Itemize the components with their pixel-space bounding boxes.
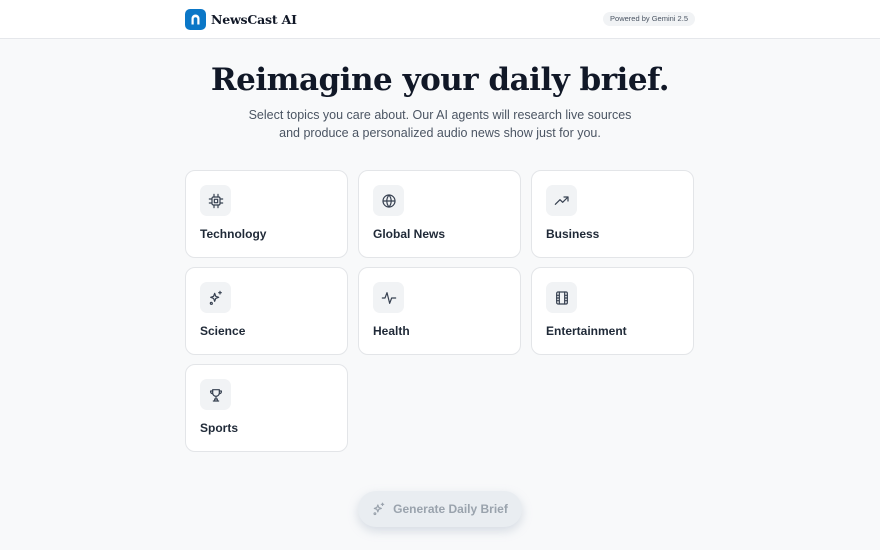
topic-label: Technology	[200, 227, 267, 241]
trophy-icon	[200, 379, 231, 410]
film-icon	[546, 282, 577, 313]
topic-label: Entertainment	[546, 324, 627, 338]
sparkles-icon	[200, 282, 231, 313]
page-subtitle: Select topics you care about. Our AI age…	[248, 108, 632, 140]
topic-grid: Technology Global News Business Science …	[185, 170, 695, 452]
generate-brief-button[interactable]: Generate Daily Brief	[358, 491, 522, 527]
powered-by-badge: Powered by Gemini 2.5	[603, 12, 695, 26]
topic-label: Business	[546, 227, 600, 241]
top-bar: NewsCast AI Powered by Gemini 2.5	[0, 0, 880, 39]
topic-card-business[interactable]: Business	[531, 170, 694, 258]
topic-card-global-news[interactable]: Global News	[358, 170, 521, 258]
topic-card-sports[interactable]: Sports	[185, 364, 348, 452]
topic-card-technology[interactable]: Technology	[185, 170, 348, 258]
cpu-chip-icon	[200, 185, 231, 216]
trending-up-icon	[546, 185, 577, 216]
sparkles-icon	[372, 502, 386, 516]
newscast-logo-icon	[185, 9, 206, 30]
topic-card-entertainment[interactable]: Entertainment	[531, 267, 694, 355]
topic-card-health[interactable]: Health	[358, 267, 521, 355]
topic-label: Health	[373, 324, 410, 338]
page-title: Reimagine your daily brief.	[210, 62, 670, 98]
brand-name: NewsCast AI	[211, 12, 297, 27]
topic-label: Global News	[373, 227, 446, 241]
brand[interactable]: NewsCast AI	[185, 9, 297, 30]
topic-label: Sports	[200, 421, 239, 435]
topic-label: Science	[200, 324, 246, 338]
generate-brief-label: Generate Daily Brief	[393, 502, 508, 516]
pulse-icon	[373, 282, 404, 313]
topic-card-science[interactable]: Science	[185, 267, 348, 355]
globe-icon	[373, 185, 404, 216]
